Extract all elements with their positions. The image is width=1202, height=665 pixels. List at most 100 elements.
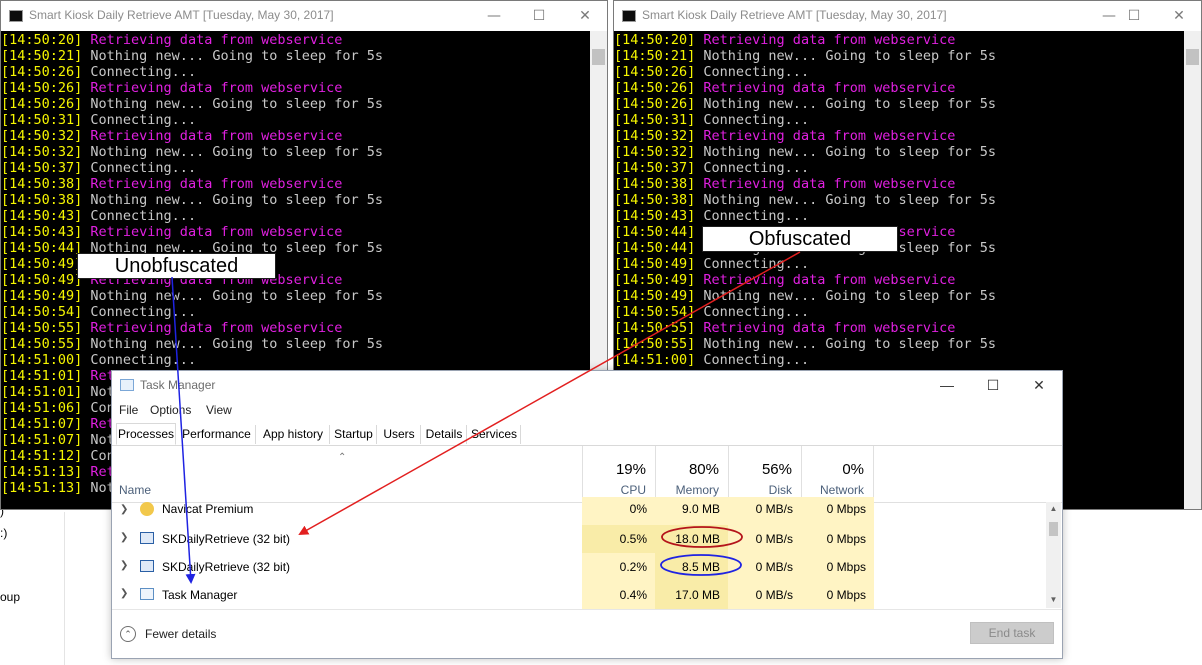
process-row-skdailyretrieve-1[interactable]: ❯ SKDailyRetrieve (32 bit) 0.5% 18.0 MB … [112, 525, 1052, 553]
menu-file[interactable]: File [119, 403, 138, 417]
console-line: [14:50:32] Retrieving data from webservi… [1, 128, 590, 144]
memory-value: 18.0 MB [655, 525, 728, 553]
chevron-up-icon[interactable]: ⌃ [120, 626, 136, 642]
timestamp: [14:51:13] [1, 480, 91, 496]
close-button[interactable]: ✕ [1016, 371, 1062, 401]
cpu-value: 0.5% [582, 525, 655, 553]
title-bar[interactable]: Task Manager — ☐ ✕ [112, 371, 1062, 401]
network-label: Network [819, 483, 864, 497]
maximize-button[interactable]: ☐ [516, 1, 562, 31]
memory-value: 9.0 MB [655, 497, 728, 525]
tab-app-history[interactable]: App history [257, 425, 330, 444]
disk-value: 0 MB/s [728, 553, 801, 581]
background-text: oup [0, 590, 21, 604]
console-line: [14:50:31] Connecting... [614, 112, 1184, 128]
log-message: Retrieving data from webservice [703, 80, 956, 96]
maximize-button[interactable]: ☐ [1111, 1, 1157, 31]
minimize-button[interactable]: — [924, 371, 970, 401]
console-line: [14:50:55] Retrieving data from webservi… [614, 320, 1184, 336]
timestamp: [14:50:32] [1, 128, 91, 144]
log-message: Retrieving data from webservice [90, 32, 343, 48]
scroll-up-icon[interactable]: ▲ [1046, 504, 1061, 513]
console-line: [14:50:49] Nothing new... Going to sleep… [614, 288, 1184, 304]
console-app-icon [140, 560, 154, 572]
title-bar[interactable]: Smart Kiosk Daily Retrieve AMT [Tuesday,… [614, 1, 1201, 31]
log-message: Nothing new... Going to sleep for 5s [703, 288, 997, 304]
timestamp: [14:50:26] [614, 96, 704, 112]
minimize-button[interactable]: — [471, 1, 517, 31]
console-line: [14:50:49] Nothing new... Going to sleep… [1, 288, 590, 304]
expand-chevron-icon[interactable]: ❯ [120, 532, 128, 543]
console-line: [14:50:26] Connecting... [614, 64, 1184, 80]
log-message: Connecting... [90, 64, 197, 80]
network-total: 0% [842, 461, 864, 478]
log-message: Connecting... [703, 64, 810, 80]
process-row-navicat[interactable]: ❯ Navicat Premium 0% 9.0 MB 0 MB/s 0 Mbp… [112, 497, 1052, 525]
timestamp: [14:50:38] [614, 192, 704, 208]
timestamp: [14:50:26] [614, 64, 704, 80]
column-memory[interactable]: 80% Memory [655, 446, 728, 502]
console-line: [14:50:54] Connecting... [1, 304, 590, 320]
disk-value: 0 MB/s [728, 525, 801, 553]
menu-options[interactable]: Options [150, 403, 191, 417]
expand-chevron-icon[interactable]: ❯ [120, 588, 128, 599]
timestamp: [14:50:32] [614, 144, 704, 160]
cpu-value: 0.4% [582, 581, 655, 609]
console-line: [14:50:32] Nothing new... Going to sleep… [1, 144, 590, 160]
column-network[interactable]: 0% Network [801, 446, 874, 502]
fewer-details-link[interactable]: Fewer details [145, 627, 216, 641]
process-row-skdailyretrieve-2[interactable]: ❯ SKDailyRetrieve (32 bit) 0.2% 8.5 MB 0… [112, 553, 1052, 581]
tab-processes[interactable]: Processes [116, 423, 176, 445]
tab-users[interactable]: Users [378, 425, 421, 444]
log-message: Retrieving data from webservice [703, 128, 956, 144]
timestamp: [14:51:01] [1, 368, 91, 384]
timestamp: [14:50:21] [1, 48, 91, 64]
console-line: [14:50:32] Retrieving data from webservi… [614, 128, 1184, 144]
scroll-thumb[interactable] [1049, 522, 1058, 536]
console-icon [9, 10, 23, 22]
cpu-total: 19% [615, 461, 646, 478]
expand-chevron-icon[interactable]: ❯ [120, 504, 128, 515]
column-cpu[interactable]: 19% CPU [582, 446, 655, 502]
menu-view[interactable]: View [206, 403, 232, 417]
title-bar[interactable]: Smart Kiosk Daily Retrieve AMT [Tuesday,… [1, 1, 607, 31]
end-task-button[interactable]: End task [970, 622, 1054, 644]
column-disk[interactable]: 56% Disk [728, 446, 801, 502]
console-line: [14:50:37] Connecting... [614, 160, 1184, 176]
process-row-task-manager[interactable]: ❯ Task Manager 0.4% 17.0 MB 0 MB/s 0 Mbp… [112, 581, 1052, 609]
console-line: [14:50:38] Retrieving data from webservi… [1, 176, 590, 192]
maximize-button[interactable]: ☐ [970, 371, 1016, 401]
tab-startup[interactable]: Startup [331, 425, 377, 444]
close-button[interactable]: ✕ [562, 1, 607, 31]
console-line: [14:50:20] Retrieving data from webservi… [614, 32, 1184, 48]
task-manager-window[interactable]: Task Manager — ☐ ✕ File Options View Pro… [111, 370, 1063, 659]
scroll-down-icon[interactable]: ▼ [1046, 595, 1061, 604]
sort-up-icon[interactable]: ⌃ [338, 452, 346, 463]
timestamp: [14:50:55] [614, 320, 704, 336]
column-name[interactable]: Name [119, 483, 151, 497]
process-list-scrollbar[interactable]: ▲ ▼ [1046, 502, 1061, 608]
close-button[interactable]: ✕ [1156, 1, 1201, 31]
expand-chevron-icon[interactable]: ❯ [120, 560, 128, 571]
console-line: [14:50:43] Connecting... [614, 208, 1184, 224]
tab-services[interactable]: Services [468, 425, 521, 444]
timestamp: [14:51:13] [1, 464, 91, 480]
timestamp: [14:51:06] [1, 400, 91, 416]
log-message: Nothing new... Going to sleep for 5s [703, 144, 997, 160]
console-line: [14:50:32] Nothing new... Going to sleep… [614, 144, 1184, 160]
tab-details[interactable]: Details [422, 425, 467, 444]
log-message: Nothing new... Going to sleep for 5s [703, 336, 997, 352]
timestamp: [14:50:43] [1, 208, 91, 224]
timestamp: [14:50:26] [1, 64, 91, 80]
timestamp: [14:51:07] [1, 416, 91, 432]
scroll-thumb[interactable] [1186, 49, 1199, 65]
console-line: [14:50:54] Connecting... [614, 304, 1184, 320]
scroll-thumb[interactable] [592, 49, 605, 65]
navicat-icon [140, 502, 154, 516]
tab-bar: Processes Performance App history Startu… [112, 423, 1062, 446]
tab-performance[interactable]: Performance [178, 425, 256, 444]
timestamp: [14:50:21] [614, 48, 704, 64]
scrollbar[interactable] [1184, 31, 1201, 509]
timestamp: [14:50:26] [1, 96, 91, 112]
log-message: Retrieving data from webservice [703, 272, 956, 288]
